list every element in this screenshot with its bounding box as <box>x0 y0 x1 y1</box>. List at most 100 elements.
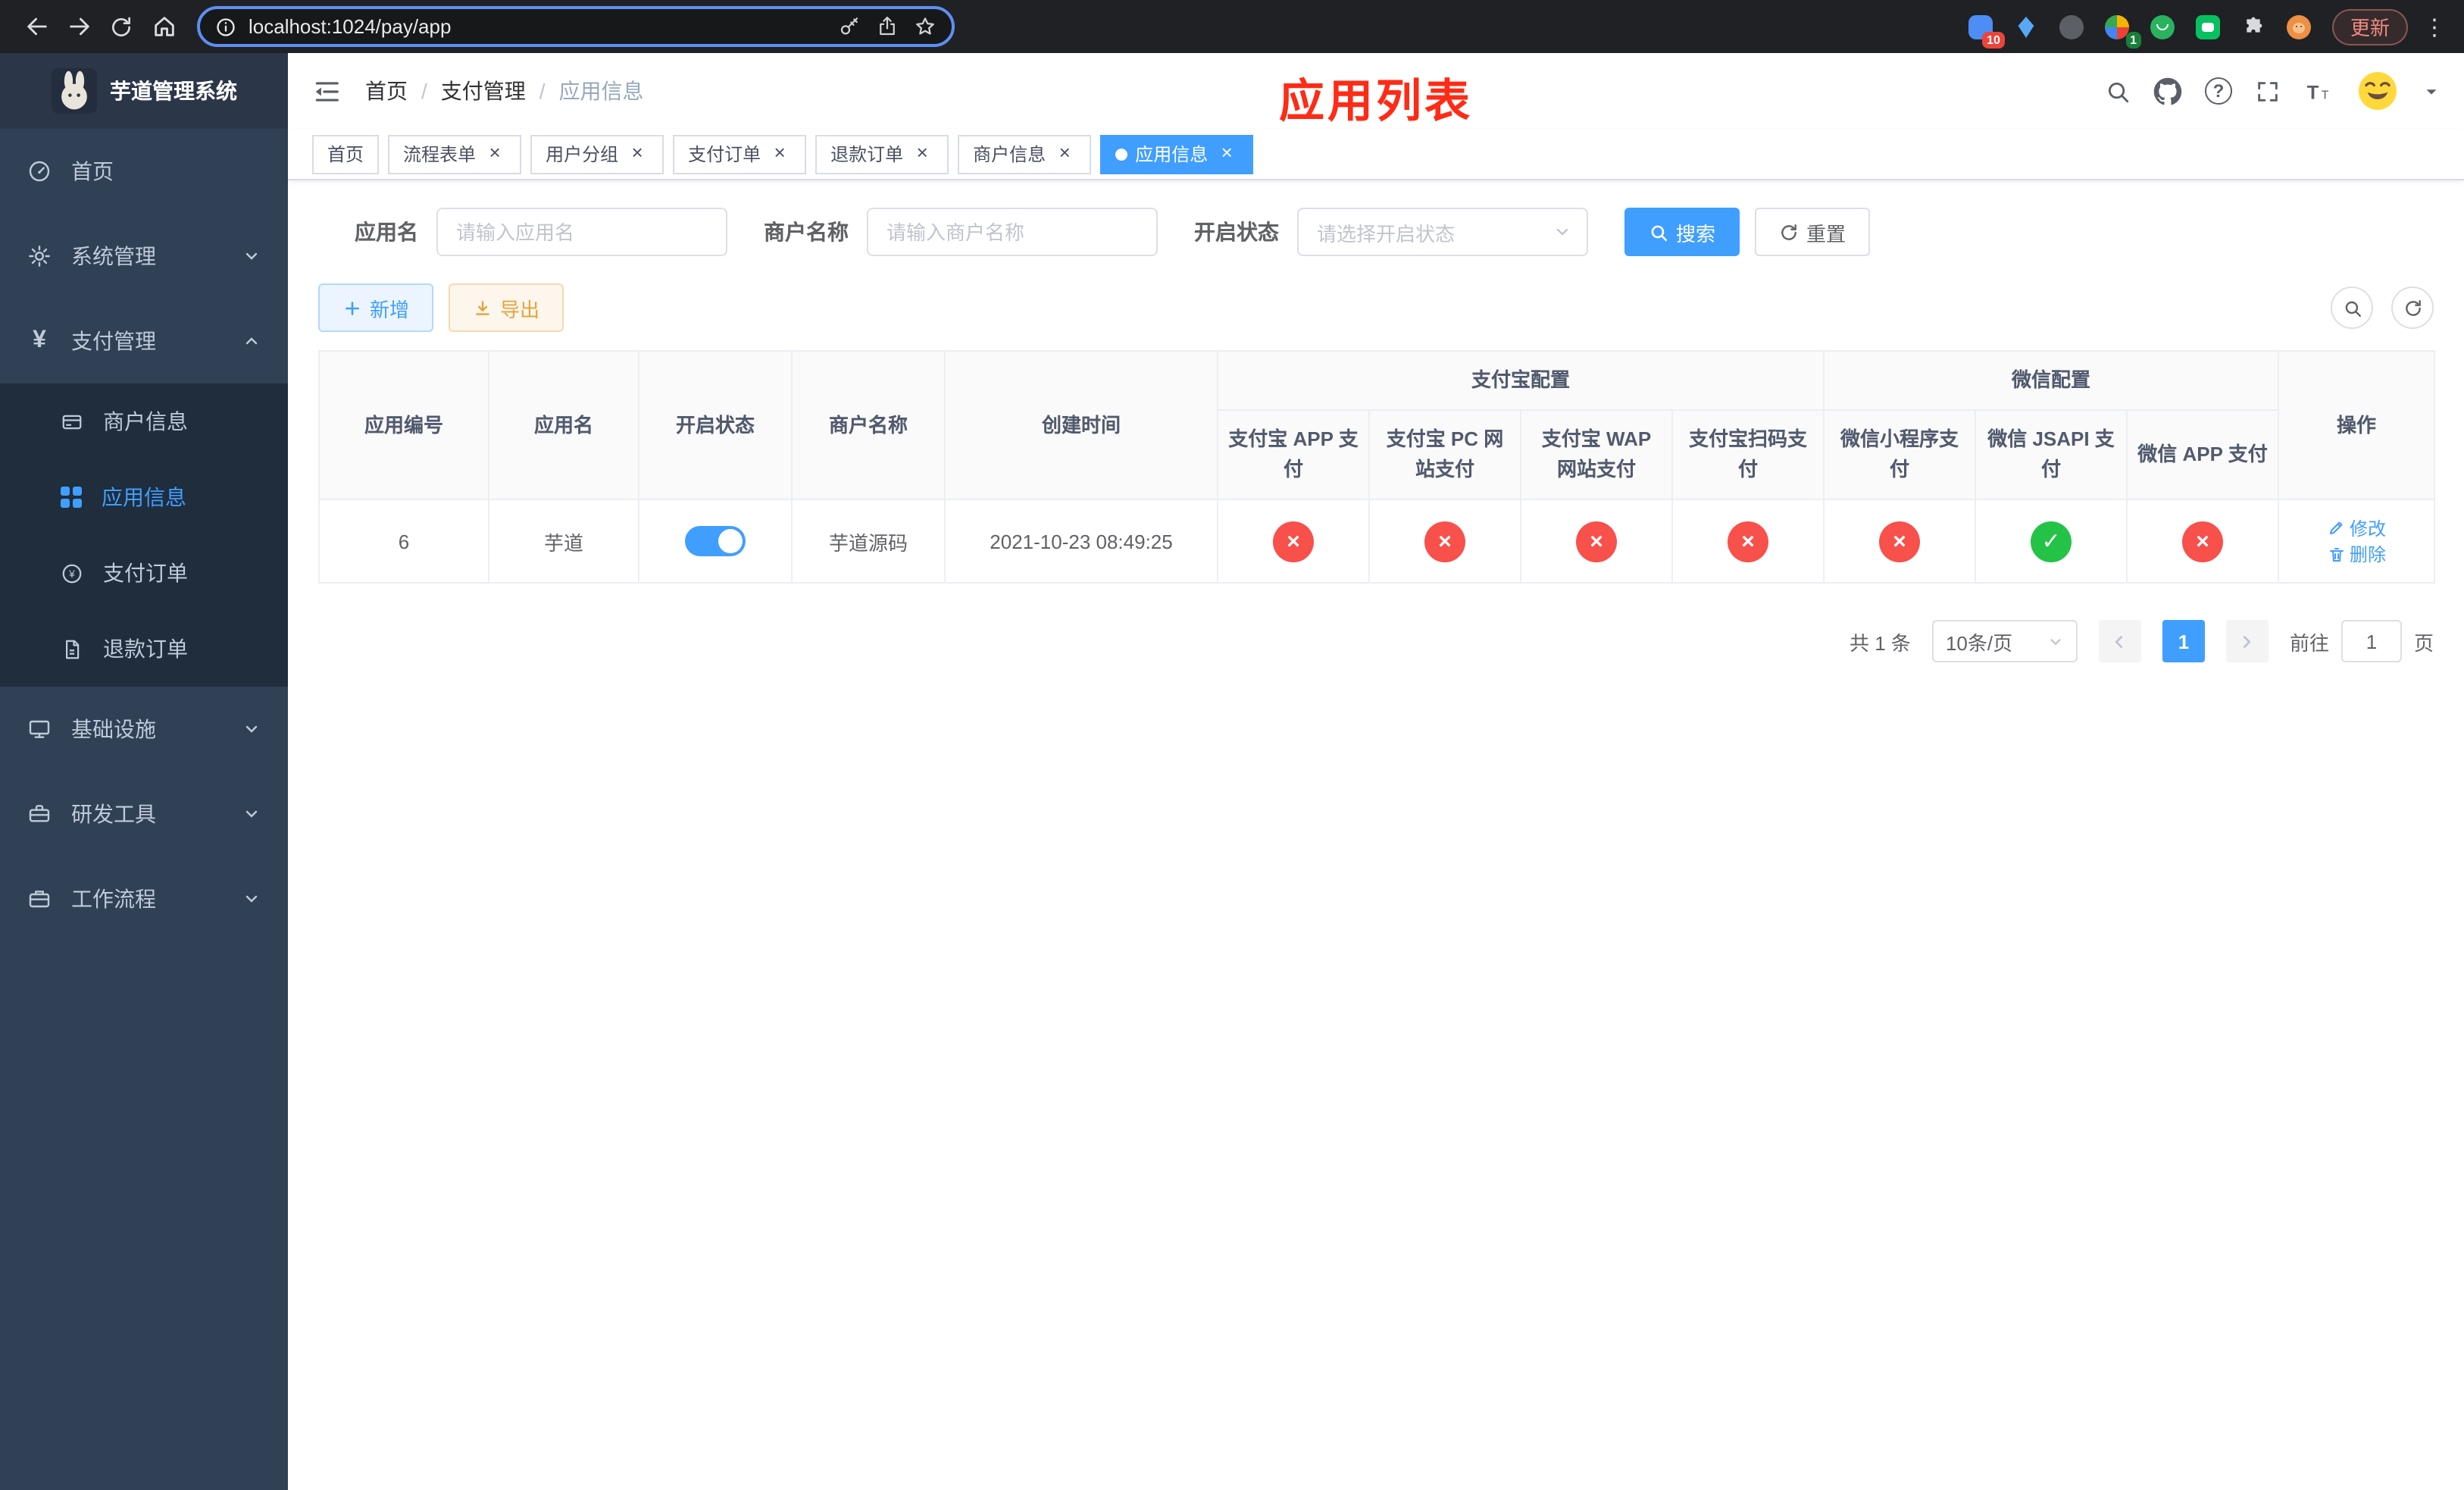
sidebar-item-system[interactable]: 系统管理 <box>0 214 288 299</box>
toggle-search-button[interactable] <box>2331 286 2373 329</box>
navbar-actions: ? TT <box>2105 68 2440 114</box>
tab-refund-order[interactable]: 退款订单 × <box>815 134 949 174</box>
tab-label: 流程表单 <box>403 144 477 165</box>
search-button[interactable]: 搜索 <box>1624 208 1740 256</box>
reset-button[interactable]: 重置 <box>1755 208 1871 256</box>
tab-label: 用户分组 <box>546 144 619 165</box>
sidebar-collapse-button[interactable] <box>312 77 341 105</box>
tab-merchant-info[interactable]: 商户信息 × <box>958 134 1092 174</box>
extensions-puzzle-icon[interactable] <box>2238 11 2269 42</box>
alipay-wap-pay-status-icon: × <box>1576 521 1617 562</box>
tab-close-icon[interactable]: × <box>626 142 649 165</box>
export-button-label: 导出 <box>500 298 540 321</box>
page-size-select[interactable]: 10条/页 <box>1931 620 2078 663</box>
sidebar-item-refund-order[interactable]: 退款订单 <box>0 611 288 687</box>
browser-reload-button[interactable] <box>100 5 142 48</box>
browser-profile-avatar[interactable] <box>2284 11 2314 42</box>
column-header: 支付宝扫码支付 <box>1671 409 1825 501</box>
sidebar-item-label: 支付订单 <box>103 561 188 585</box>
sidebar: 芋道管理系统 首页 系统管理 ¥ 支付管理 商户信息 应用信息 ¥ 支付订单 退… <box>0 53 288 1490</box>
search-icon <box>2344 300 2360 316</box>
column-header: 微信 APP 支付 <box>2126 409 2280 501</box>
sidebar-item-workflow[interactable]: 工作流程 <box>0 856 288 941</box>
browser-update-button[interactable]: 更新 <box>2331 8 2408 45</box>
sidebar-item-home[interactable]: 首页 <box>0 129 288 214</box>
sidebar-item-label: 基础设施 <box>71 717 156 741</box>
tab-close-icon[interactable]: × <box>768 142 791 165</box>
github-icon[interactable] <box>2153 77 2182 105</box>
breadcrumb-item-payment[interactable]: 支付管理 <box>441 76 526 106</box>
tab-close-icon[interactable]: × <box>911 142 933 165</box>
tab-label: 首页 <box>327 144 364 165</box>
column-header: 支付宝 PC 网站支付 <box>1368 409 1521 501</box>
help-icon[interactable]: ? <box>2205 77 2232 105</box>
chevron-up-icon <box>245 337 258 345</box>
tab-process-form[interactable]: 流程表单 × <box>388 134 522 174</box>
browser-home-button[interactable] <box>142 5 185 48</box>
cell-created-at: 2021-10-23 08:49:25 <box>944 499 1218 584</box>
edit-link[interactable]: 修改 <box>2327 515 2386 541</box>
extension-icon-6[interactable] <box>2193 11 2223 42</box>
export-button[interactable]: 导出 <box>449 283 564 332</box>
password-key-icon[interactable] <box>838 15 861 38</box>
app-name-input[interactable] <box>436 208 727 256</box>
bookmark-star-icon[interactable] <box>914 15 937 38</box>
tab-close-icon[interactable]: × <box>1215 142 1238 165</box>
tab-user-group[interactable]: 用户分组 × <box>530 134 664 174</box>
extension-icon-5[interactable] <box>2147 11 2178 42</box>
page-number-current[interactable]: 1 <box>2162 620 2205 663</box>
edit-pen-icon <box>2329 522 2342 535</box>
sidebar-item-app-info[interactable]: 应用信息 <box>0 459 288 535</box>
cell-merchant: 芋道源码 <box>791 499 946 584</box>
sidebar-item-infra[interactable]: 基础设施 <box>0 687 288 772</box>
browser-menu-button[interactable]: ⋮ <box>2423 13 2446 40</box>
add-button-label: 新增 <box>370 298 410 321</box>
url-bar[interactable]: localhost:1024/pay/app <box>197 6 955 47</box>
tab-pay-order[interactable]: 支付订单 × <box>673 134 807 174</box>
sidebar-item-payment[interactable]: ¥ 支付管理 <box>0 299 288 383</box>
fullscreen-icon[interactable] <box>2255 78 2281 104</box>
app-logo[interactable]: 芋道管理系统 <box>0 53 288 129</box>
font-size-icon[interactable]: TT <box>2303 77 2332 105</box>
chevron-down-icon <box>245 895 258 903</box>
extension-icon-1[interactable]: 10 <box>1965 11 2005 48</box>
sidebar-item-merchant-info[interactable]: 商户信息 <box>0 383 288 459</box>
active-dot-icon <box>1115 148 1128 160</box>
column-header: 操作 <box>2278 349 2436 501</box>
tab-close-icon[interactable]: × <box>1053 142 1076 165</box>
tab-app-info[interactable]: 应用信息 × <box>1100 134 1254 174</box>
user-avatar[interactable] <box>2355 68 2400 114</box>
column-header: 商户名称 <box>791 349 946 501</box>
search-icon[interactable] <box>2105 78 2131 104</box>
tab-close-icon[interactable]: × <box>483 142 506 165</box>
browser-back-button[interactable] <box>15 5 58 48</box>
add-button[interactable]: 新增 <box>318 283 434 332</box>
search-button-label: 搜索 <box>1676 222 1716 245</box>
share-icon[interactable] <box>876 15 899 38</box>
cell-app-id: 6 <box>318 499 489 584</box>
sidebar-item-dev-tools[interactable]: 研发工具 <box>0 772 288 856</box>
caret-down-icon[interactable] <box>2423 83 2440 99</box>
status-select[interactable]: 请选择开启状态 <box>1297 208 1588 256</box>
browser-forward-button[interactable] <box>58 5 100 48</box>
merchant-name-input[interactable] <box>867 208 1158 256</box>
prev-page-button[interactable] <box>2098 620 2141 663</box>
extension-icon-3[interactable] <box>2056 11 2087 42</box>
status-select-placeholder: 请选择开启状态 <box>1317 222 1456 245</box>
status-toggle[interactable] <box>685 526 746 557</box>
refresh-table-button[interactable] <box>2391 286 2434 329</box>
sidebar-item-pay-order[interactable]: ¥ 支付订单 <box>0 535 288 611</box>
extension-icon-4[interactable]: 1 <box>2102 11 2141 48</box>
search-icon <box>1651 224 1668 241</box>
group-header-wechat: 微信配置 <box>1823 349 2280 412</box>
extension-icon-2[interactable] <box>2011 11 2041 42</box>
tab-home[interactable]: 首页 <box>312 134 380 174</box>
site-info-icon[interactable] <box>215 16 236 37</box>
next-page-button[interactable] <box>2225 620 2269 663</box>
url-text[interactable]: localhost:1024/pay/app <box>249 15 826 38</box>
column-header: 创建时间 <box>944 349 1218 501</box>
breadcrumb-item-home[interactable]: 首页 <box>365 76 408 106</box>
forward-icon <box>69 17 89 36</box>
goto-page-input[interactable] <box>2340 620 2402 663</box>
delete-link[interactable]: 删除 <box>2327 542 2386 568</box>
